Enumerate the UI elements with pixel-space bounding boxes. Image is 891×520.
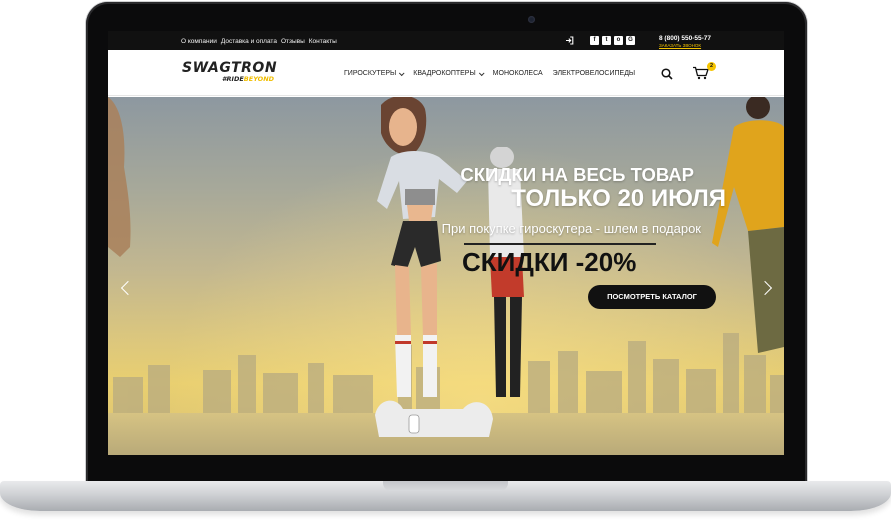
twitter-icon[interactable]: t: [602, 36, 611, 45]
top-link-contacts[interactable]: Контакты: [309, 38, 337, 45]
hero-title-line1: СКИДКИ НА ВЕСЬ ТОВАР: [460, 164, 694, 185]
nav-item-label: ЭЛЕКТРОВЕЛОСИПЕДЫ: [552, 70, 636, 77]
chevron-right-icon[interactable]: [760, 278, 772, 298]
view-catalog-button[interactable]: ПОСМОТРЕТЬ КАТАЛОГ: [588, 285, 716, 309]
top-bar: О компании Доставка и оплата Отзывы Конт…: [108, 31, 784, 50]
person-right-silhouette: [712, 97, 784, 353]
main-nav: ГИРОСКУТЕРЫ КВАДРОКОПТЕРЫ МОНОКОЛЕСА ЭЛЕ…: [344, 69, 635, 77]
logo-tagline: #RIDEBEYOND: [222, 75, 277, 83]
logo-main: SWAGTRON: [182, 60, 278, 76]
nav-item-monowheels[interactable]: МОНОКОЛЕСА: [493, 70, 543, 77]
hero-subtitle: При покупке гироскутера - шлем в подарок: [441, 221, 701, 236]
logo-tagline-accent: BEYOND: [243, 75, 275, 83]
website-screen: О компании Доставка и оплата Отзывы Конт…: [108, 31, 784, 455]
top-link-delivery[interactable]: Доставка и оплата: [221, 38, 277, 45]
hero-title-line2: ТОЛЬКО 20 ИЮЛЯ: [511, 185, 726, 212]
callback-link[interactable]: ЗАКАЗАТЬ ЗВОНОК: [659, 43, 701, 48]
nav-item-label: ГИРОСКУТЕРЫ: [344, 70, 397, 77]
laptop-notch: [383, 481, 508, 491]
hero-banner: СКИДКИ НА ВЕСЬ ТОВАР ТОЛЬКО 20 ИЮЛЯ При …: [108, 97, 784, 455]
chevron-left-icon[interactable]: [120, 278, 132, 298]
cart-count-badge: 2: [707, 62, 716, 71]
odnoklassniki-icon[interactable]: o: [614, 36, 623, 45]
google-icon[interactable]: G: [626, 36, 635, 45]
phone-number[interactable]: 8 (800) 550-55-77: [659, 35, 711, 42]
chevron-down-icon: [399, 69, 405, 76]
site-header: SWAGTRON #RIDEBEYOND ГИРОСКУТЕРЫ КВАДРОК…: [108, 50, 784, 96]
nav-item-gyroscooters[interactable]: ГИРОСКУТЕРЫ: [344, 69, 405, 77]
top-link-reviews[interactable]: Отзывы: [281, 38, 305, 45]
nav-item-ebikes[interactable]: ЭЛЕКТРОВЕЛОСИПЕДЫ: [553, 70, 635, 77]
chevron-down-icon: [478, 69, 485, 76]
hero-discount: СКИДКИ -20%: [462, 247, 637, 277]
facebook-icon[interactable]: f: [590, 36, 599, 45]
nav-item-label: КВАДРОКОПТЕРЫ: [413, 70, 476, 77]
search-icon[interactable]: [661, 67, 673, 80]
person-left-silhouette: [108, 97, 131, 257]
hero-divider: [464, 243, 656, 245]
top-nav: О компании Доставка и оплата Отзывы Конт…: [181, 38, 337, 45]
nav-item-quadcopters[interactable]: КВАДРОКОПТЕРЫ: [413, 69, 485, 77]
nav-item-label: МОНОКОЛЕСА: [492, 70, 543, 77]
top-link-about[interactable]: О компании: [181, 38, 217, 45]
logo[interactable]: SWAGTRON #RIDEBEYOND: [182, 61, 277, 83]
login-icon[interactable]: [565, 36, 574, 45]
camera: [528, 16, 535, 23]
logo-tagline-hash: #RIDE: [222, 75, 244, 83]
social-links: f t o G: [590, 36, 635, 45]
